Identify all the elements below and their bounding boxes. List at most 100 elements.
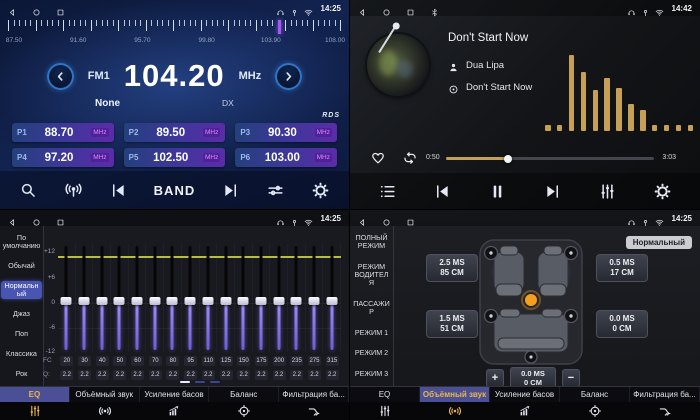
tune-down-button[interactable] [47,63,74,90]
home-icon[interactable] [382,214,391,223]
next-icon[interactable] [543,182,562,201]
preset-button-p3[interactable]: P390.30MHz [235,123,337,142]
search-icon[interactable] [19,181,38,200]
seek-bar[interactable] [446,157,654,160]
tab-balance[interactable]: Баланс [209,387,279,402]
next-icon[interactable] [221,181,240,200]
preset-button-p1[interactable]: P188.70MHz [12,123,114,142]
balance-icon[interactable] [588,404,602,418]
bass-boost-icon[interactable] [518,404,532,418]
favorite-icon[interactable] [370,150,386,166]
eq-preset-3[interactable]: Нормальный [1,281,42,300]
settings-icon[interactable] [311,181,330,200]
back-icon[interactable] [8,214,17,223]
eq-slider-handle[interactable] [220,297,231,305]
page-dot[interactable] [210,381,220,383]
surround-preset-button[interactable]: Нормальный [626,236,692,249]
home-icon[interactable] [32,4,41,13]
eq-slider-handle[interactable] [255,297,266,305]
recents-icon[interactable] [56,4,65,13]
repeat-icon[interactable] [402,150,418,166]
tab-icon-cell[interactable] [630,402,700,420]
tab-icon-cell[interactable] [0,402,70,420]
tab-surround[interactable]: Объёмный звук [70,387,140,402]
delay-minus-button[interactable]: − [562,369,580,387]
eq-slider-handle[interactable] [132,297,143,305]
mode-4[interactable]: РЕЖИМ 1 [351,328,392,338]
page-indicator[interactable] [58,381,341,383]
eq-slider-handle[interactable] [149,297,160,305]
eq-slider-handle[interactable] [326,297,337,305]
tab-bass-boost[interactable]: Усиление басов [490,387,560,402]
tab-eq-sliders[interactable]: EQ [0,387,70,402]
previous-icon[interactable] [109,181,128,200]
tab-eq-sliders[interactable]: EQ [350,387,420,402]
balance-icon[interactable] [237,404,251,418]
eq-sliders-icon[interactable] [378,404,392,418]
mode-6[interactable]: РЕЖИМ 3 [351,369,392,379]
tab-icon-cell[interactable] [420,402,490,420]
eq-preset-6[interactable]: Классика [1,349,42,359]
eq-preset-1[interactable]: По умолчанию [1,233,42,252]
recents-icon[interactable] [406,4,415,13]
home-icon[interactable] [32,214,41,223]
eq-preset-2[interactable]: Обычай [1,261,42,271]
eq-slider-handle[interactable] [167,297,178,305]
eq-slider-handle[interactable] [61,297,72,305]
seek-bar-thumb[interactable] [504,155,512,163]
preset-scan-icon[interactable] [64,181,83,200]
eq-slider-handle[interactable] [308,297,319,305]
delay-front-right-button[interactable]: 0.5 MS 17 CM [596,254,648,282]
album-art[interactable] [367,34,429,96]
tab-icon-cell[interactable] [209,402,279,420]
tab-bass-boost[interactable]: Усиление басов [140,387,210,402]
tab-icon-cell[interactable] [350,402,420,420]
preset-button-p6[interactable]: P6103.00MHz [235,148,337,167]
delay-front-left-button[interactable]: 2.5 MS 85 CM [426,254,478,282]
tuner-eq-icon[interactable] [266,181,285,200]
surround-icon[interactable] [98,404,112,418]
delay-rear-left-button[interactable]: 1.5 MS 51 CM [426,310,478,338]
tab-icon-cell[interactable] [560,402,630,420]
tab-surround[interactable]: Объёмный звук [420,387,490,402]
tab-balance[interactable]: Баланс [560,387,630,402]
tab-filter[interactable]: Фильтрация ба... [630,387,700,402]
back-icon[interactable] [358,214,367,223]
eq-slider-handle[interactable] [185,297,196,305]
filter-icon[interactable] [658,404,672,418]
back-icon[interactable] [8,4,17,13]
eq-slider-handle[interactable] [114,297,125,305]
settings-icon[interactable] [653,182,672,201]
eq-slider-handle[interactable] [238,297,249,305]
pause-icon[interactable] [488,182,507,201]
eq-slider-handle[interactable] [273,297,284,305]
page-dot-active[interactable] [180,381,190,383]
recents-icon[interactable] [56,214,65,223]
eq-preset-5[interactable]: Поп [1,329,42,339]
equalizer-icon[interactable] [598,182,617,201]
home-icon[interactable] [382,4,391,13]
eq-preset-4[interactable]: Джаз [1,309,42,319]
tab-icon-cell[interactable] [279,402,349,420]
mode-2[interactable]: РЕЖИМ ВОДИТЕЛЯ [351,262,392,289]
preset-button-p5[interactable]: P5102.50MHz [124,148,226,167]
previous-icon[interactable] [433,182,452,201]
delay-plus-button[interactable]: + [486,369,504,387]
eq-slider-handle[interactable] [202,297,213,305]
playlist-icon[interactable] [378,182,397,201]
preset-button-p2[interactable]: P289.50MHz [124,123,226,142]
tab-icon-cell[interactable] [70,402,140,420]
tab-icon-cell[interactable] [490,402,560,420]
eq-preset-7[interactable]: Рок [1,369,42,379]
eq-slider-handle[interactable] [79,297,90,305]
eq-sliders-icon[interactable] [28,404,42,418]
eq-slider-handle[interactable] [96,297,107,305]
band-button[interactable]: BAND [154,183,196,198]
recents-icon[interactable] [406,214,415,223]
mode-3[interactable]: ПАССАЖИР [351,299,392,318]
eq-slider-handle[interactable] [291,297,302,305]
delay-rear-right-button[interactable]: 0.0 MS 0 CM [596,310,648,338]
back-icon[interactable] [358,4,367,13]
filter-icon[interactable] [307,404,321,418]
preset-button-p4[interactable]: P497.20MHz [12,148,114,167]
